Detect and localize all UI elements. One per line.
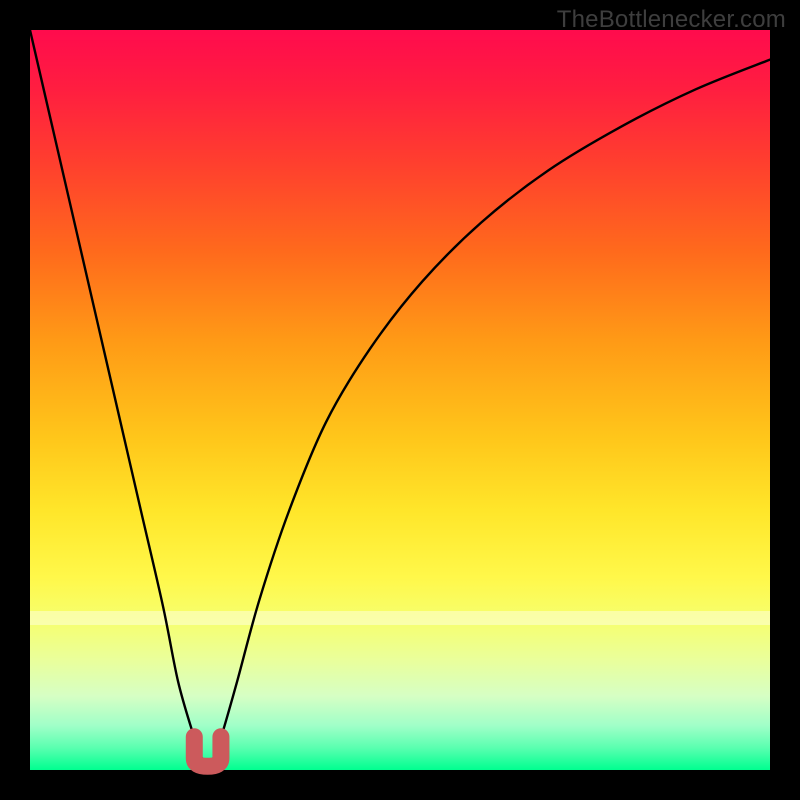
chart-svg: [30, 30, 770, 770]
bottleneck-curve: [30, 30, 770, 763]
trough-u-marker: [194, 737, 221, 767]
attribution-text: TheBottlenecker.com: [557, 6, 786, 34]
